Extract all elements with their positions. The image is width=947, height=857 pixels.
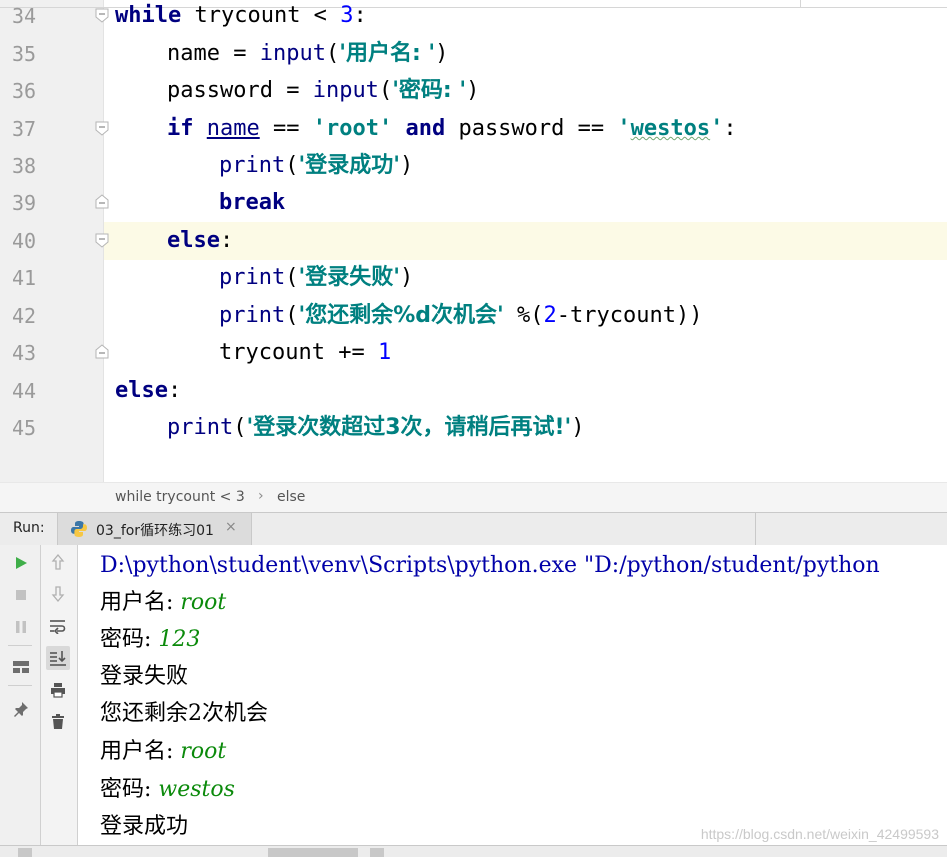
line-number: 35	[12, 42, 37, 66]
console-user-input: westos	[158, 777, 235, 802]
down-arrow-icon[interactable]	[46, 582, 70, 606]
scroll-to-end-icon[interactable]	[46, 646, 70, 670]
code-line[interactable]: 38 print('登录成功')	[0, 147, 947, 185]
console-line: 登录成功	[100, 814, 189, 839]
code-line[interactable]: 35 name = input('用户名: ')	[0, 35, 947, 73]
line-number: 40	[12, 229, 37, 253]
code-line[interactable]: 43 trycount += 1	[0, 334, 947, 372]
line-number: 38	[12, 154, 37, 178]
line-number: 39	[12, 191, 37, 215]
console-line: 用户名: root	[100, 739, 227, 764]
code-line[interactable]: 41 print('登录失败')	[0, 259, 947, 297]
console-line: 用户名: root	[100, 590, 227, 615]
code-line[interactable]: 36 password = input('密码: ')	[0, 72, 947, 110]
line-number: 41	[12, 266, 37, 290]
code-text: print('您还剩余%d次机会' %(2-trycount))	[219, 303, 703, 328]
python-icon	[71, 521, 87, 537]
console-output[interactable]: D:\python\student\venv\Scripts\python.ex…	[100, 545, 947, 845]
code-text: else:	[115, 378, 182, 403]
fold-collapse-icon[interactable]	[94, 7, 110, 23]
breadcrumb-item[interactable]: else	[277, 489, 305, 505]
stop-icon[interactable]	[9, 583, 33, 607]
pause-icon[interactable]	[9, 615, 33, 639]
breadcrumb: while trycount < 3 › else	[0, 482, 947, 513]
code-text: if name == 'root' and password == 'westo…	[167, 116, 737, 141]
code-editor[interactable]: 34 while trycount < 3: 35 name = input('…	[0, 0, 947, 482]
fold-end-icon[interactable]	[94, 344, 110, 360]
code-text: print('登录失败')	[219, 265, 414, 290]
code-line[interactable]: 44 else:	[0, 372, 947, 410]
run-toolbar-primary	[0, 545, 41, 845]
code-line[interactable]: 37 if name == 'root' and password == 'we…	[0, 110, 947, 148]
line-number: 37	[12, 117, 37, 141]
code-text: while trycount < 3:	[115, 3, 367, 28]
line-number: 42	[12, 304, 37, 328]
toolbar-separator	[8, 645, 32, 646]
run-label: Run:	[13, 520, 45, 536]
console-line: D:\python\student\venv\Scripts\python.ex…	[100, 553, 880, 578]
code-line[interactable]: 45 print('登录次数超过3次，请稍后再试!')	[0, 409, 947, 447]
close-icon[interactable]: ×	[225, 519, 237, 535]
line-number: 45	[12, 416, 37, 440]
console-line: 登录失败	[100, 664, 189, 689]
code-text: name = input('用户名: ')	[167, 41, 449, 66]
pin-icon[interactable]	[9, 697, 33, 721]
console-line: 密码: westos	[100, 777, 235, 802]
breadcrumb-separator: ›	[258, 488, 264, 504]
code-text: print('登录成功')	[219, 153, 414, 178]
run-tool-header: Run: 03_for循环练习01 ×	[0, 512, 947, 546]
console-user-input: root	[180, 590, 227, 615]
toolbar-separator	[8, 685, 32, 686]
up-arrow-icon[interactable]	[46, 550, 70, 574]
run-toolbar-secondary	[41, 545, 78, 845]
line-number: 34	[12, 4, 37, 28]
code-text: else:	[167, 228, 234, 253]
code-line[interactable]: 42 print('您还剩余%d次机会' %(2-trycount))	[0, 297, 947, 335]
run-tool-window: D:\python\student\venv\Scripts\python.ex…	[0, 545, 947, 856]
layout-icon[interactable]	[9, 655, 33, 679]
code-text: break	[219, 190, 286, 215]
line-number: 44	[12, 379, 37, 403]
fold-collapse-icon[interactable]	[94, 120, 110, 136]
run-icon[interactable]	[9, 551, 33, 575]
breadcrumb-item[interactable]: while trycount < 3	[115, 489, 245, 505]
code-text: trycount += 1	[219, 340, 392, 365]
print-icon[interactable]	[46, 678, 70, 702]
run-tab-label: 03_for循环练习01	[96, 523, 214, 539]
code-line[interactable]: 39 break	[0, 184, 947, 222]
soft-wrap-icon[interactable]	[46, 614, 70, 638]
status-strip	[0, 845, 947, 857]
console-user-input: root	[180, 739, 227, 764]
console-user-input: 123	[158, 627, 201, 652]
console-line: 您还剩余2次机会	[100, 701, 268, 726]
code-text: password = input('密码: ')	[167, 78, 480, 103]
code-line[interactable]: 40 else:	[0, 222, 947, 260]
fold-collapse-icon[interactable]	[94, 232, 110, 248]
line-number: 43	[12, 341, 37, 365]
code-text: print('登录次数超过3次，请稍后再试!')	[167, 415, 585, 440]
watermark: https://blog.csdn.net/weixin_42499593	[700, 826, 939, 842]
run-config-tab[interactable]: 03_for循环练习01 ×	[57, 513, 252, 545]
line-number: 36	[12, 79, 37, 103]
trash-icon[interactable]	[46, 710, 70, 734]
code-line[interactable]: 34 while trycount < 3:	[0, 0, 947, 35]
header-divider	[755, 513, 756, 545]
fold-end-icon[interactable]	[94, 194, 110, 210]
console-line: 密码: 123	[100, 627, 201, 652]
